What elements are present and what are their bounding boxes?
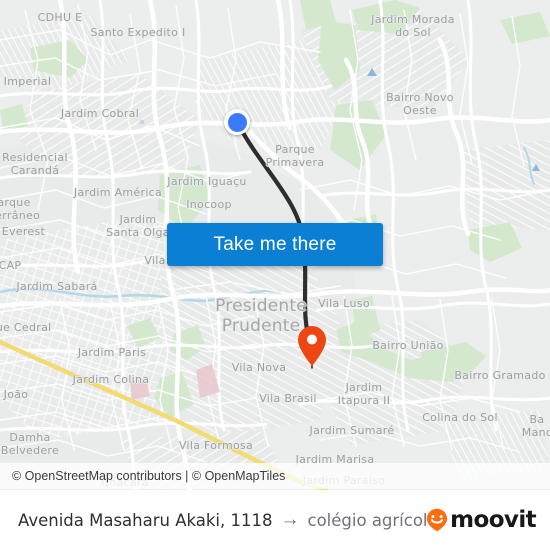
origin-address-label: Avenida Masaharu Akaki, 1118 — [18, 510, 273, 530]
arrow-right-icon: → — [280, 508, 300, 530]
moovit-pin-smile-icon — [427, 508, 448, 532]
destination-label: colégio agrícola — [307, 510, 438, 530]
map-pin-icon — [298, 326, 326, 369]
moovit-map-share-card: CDHU E Santo Expedito I Jardim Morada do S… — [0, 0, 550, 550]
moovit-logo[interactable]: moovit — [426, 507, 537, 533]
map-area[interactable]: CDHU E Santo Expedito I Jardim Morada do S… — [0, 0, 550, 490]
origin-marker-dot — [227, 112, 247, 132]
destination-marker[interactable] — [296, 325, 328, 369]
map-attribution-bar: © OpenStreetMap contributors | © OpenMap… — [0, 463, 550, 489]
origin-marker[interactable] — [224, 109, 250, 135]
moovit-wordmark: moovit — [450, 507, 536, 533]
route-summary: Avenida Masaharu Akaki, 1118 → colégio a… — [18, 508, 438, 531]
map-attribution-text[interactable]: © OpenStreetMap contributors | © OpenMap… — [12, 469, 285, 483]
take-me-there-button[interactable]: Take me there — [167, 223, 383, 266]
footer-bar: Avenida Masaharu Akaki, 1118 → colégio a… — [0, 490, 550, 550]
